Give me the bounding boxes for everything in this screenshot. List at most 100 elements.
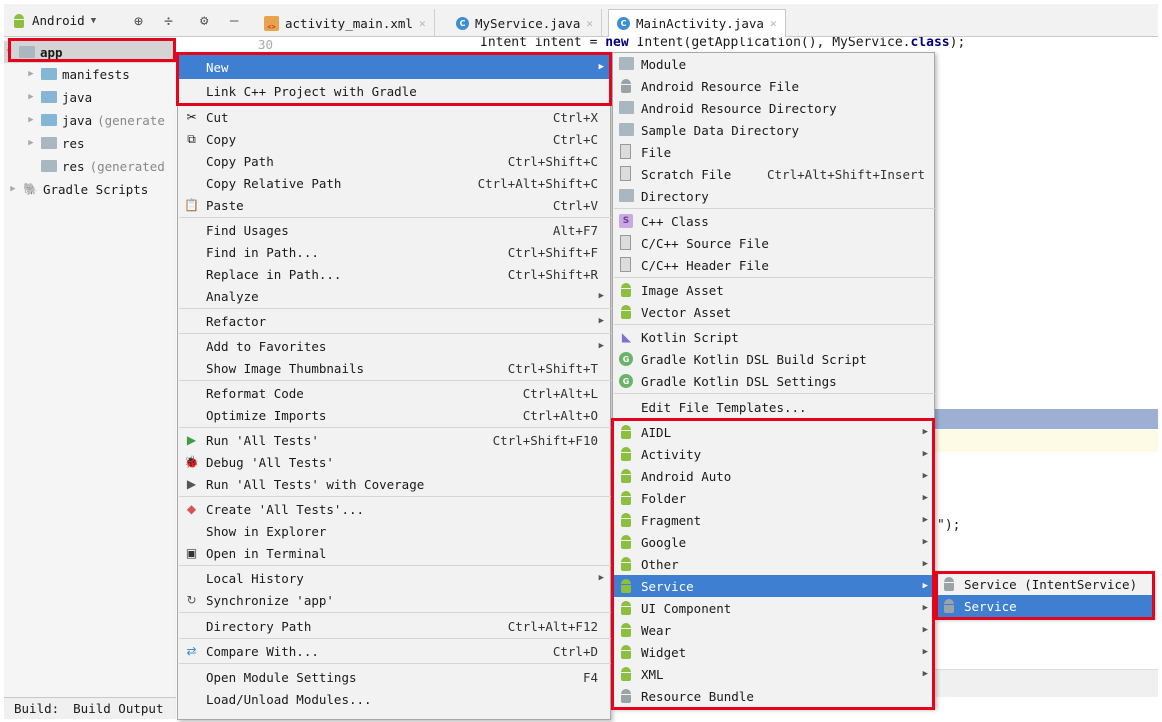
- gear-icon[interactable]: ⚙: [200, 4, 208, 37]
- new-item-kotlin-script[interactable]: ◣ Kotlin Script: [613, 326, 934, 348]
- new-item-resource-bundle[interactable]: Resource Bundle: [613, 685, 934, 707]
- menu-separator: [614, 277, 935, 278]
- new-item-wear[interactable]: Wear ▶: [613, 619, 934, 641]
- new-item-folder[interactable]: Folder ▶: [613, 487, 934, 509]
- tree-item-app[interactable]: ▼ app: [4, 41, 176, 63]
- editor-bottom-strip: [935, 669, 1158, 697]
- menu-item-run-tests[interactable]: ▶ Run 'All Tests' Ctrl+Shift+F10: [178, 429, 610, 451]
- minimize-icon[interactable]: —: [230, 4, 238, 37]
- chevron-right-icon: ▶: [10, 184, 16, 194]
- menu-separator: [179, 612, 611, 613]
- new-item-image-asset[interactable]: Image Asset: [613, 279, 934, 301]
- editor-caret-line: [935, 430, 1158, 452]
- new-item-gradle-kotlin-settings[interactable]: G Gradle Kotlin DSL Settings: [613, 370, 934, 392]
- project-view-selector[interactable]: Android ▼: [12, 4, 96, 37]
- menu-item-find-in-path[interactable]: Find in Path... Ctrl+Shift+F: [178, 241, 610, 263]
- menu-item-add-to-favorites[interactable]: Add to Favorites ▶: [178, 335, 610, 357]
- menu-item-show-image-thumbnails[interactable]: Show Image Thumbnails Ctrl+Shift+T: [178, 357, 610, 379]
- new-item-cpp-header[interactable]: C/C++ Header File: [613, 254, 934, 276]
- menu-item-optimize-imports[interactable]: Optimize Imports Ctrl+Alt+O: [178, 404, 610, 426]
- menu-item-shortcut: Ctrl+Shift+T: [507, 360, 598, 376]
- new-item-edit-file-templates[interactable]: Edit File Templates...: [613, 396, 934, 418]
- tree-item-java[interactable]: ▶ java: [4, 86, 176, 108]
- menu-item-label: Android Resource Directory: [641, 100, 837, 116]
- menu-item-shortcut: Ctrl+Shift+F: [507, 244, 598, 260]
- menu-item-refactor[interactable]: Refactor ▶: [178, 310, 610, 332]
- menu-item-open-terminal[interactable]: ▣ Open in Terminal: [178, 542, 610, 564]
- close-icon[interactable]: ✕: [419, 17, 426, 30]
- menu-item-copy[interactable]: ⧉ Copy Ctrl+C: [178, 128, 610, 150]
- tab-label: activity_main.xml: [285, 15, 413, 31]
- menu-item-find-usages[interactable]: Find Usages Alt+F7: [178, 219, 610, 241]
- menu-item-load-unload-modules[interactable]: Load/Unload Modules...: [178, 688, 610, 710]
- new-item-service[interactable]: Service ▶: [613, 575, 934, 597]
- tree-item-java-generated[interactable]: ▶ java (generate: [4, 109, 176, 131]
- new-item-android-auto[interactable]: Android Auto ▶: [613, 465, 934, 487]
- new-item-file[interactable]: File: [613, 141, 934, 163]
- menu-item-show-in-explorer[interactable]: Show in Explorer: [178, 520, 610, 542]
- gradle-kotlin-icon: G: [619, 352, 633, 366]
- menu-item-new[interactable]: New ▶: [178, 55, 610, 79]
- new-item-gradle-kotlin-build[interactable]: G Gradle Kotlin DSL Build Script: [613, 348, 934, 370]
- menu-item-paste[interactable]: 📋 Paste Ctrl+V: [178, 194, 610, 216]
- new-item-cpp-class[interactable]: S C++ Class: [613, 210, 934, 232]
- menu-item-create-tests[interactable]: ◆ Create 'All Tests'...: [178, 498, 610, 520]
- new-item-vector-asset[interactable]: Vector Asset: [613, 301, 934, 323]
- chevron-right-icon: ▶: [28, 138, 34, 148]
- service-submenu: Service (IntentService) Service: [935, 572, 1153, 618]
- new-item-google[interactable]: Google ▶: [613, 531, 934, 553]
- new-item-scratch-file[interactable]: Scratch File Ctrl+Alt+Shift+Insert: [613, 163, 934, 185]
- menu-item-open-module-settings[interactable]: Open Module Settings F4: [178, 666, 610, 688]
- new-item-fragment[interactable]: Fragment ▶: [613, 509, 934, 531]
- new-item-resource-file[interactable]: Android Resource File: [613, 75, 934, 97]
- new-item-directory[interactable]: Directory: [613, 185, 934, 207]
- menu-item-link-cpp[interactable]: Link C++ Project with Gradle: [178, 80, 610, 102]
- menu-item-run-coverage[interactable]: ▶ Run 'All Tests' with Coverage: [178, 473, 610, 495]
- menu-item-reformat-code[interactable]: Reformat Code Ctrl+Alt+L: [178, 382, 610, 404]
- build-output-tab[interactable]: Build Output: [73, 701, 163, 716]
- new-item-ui-component[interactable]: UI Component ▶: [613, 597, 934, 619]
- close-icon[interactable]: ✕: [586, 17, 593, 30]
- new-item-aidl[interactable]: AIDL ▶: [613, 421, 934, 443]
- new-item-sample-data-directory[interactable]: Sample Data Directory: [613, 119, 934, 141]
- compare-icon: ⇄: [186, 644, 197, 658]
- tree-item-res-generated[interactable]: res (generated: [4, 155, 176, 177]
- android-icon: [619, 447, 633, 461]
- menu-item-replace-in-path[interactable]: Replace in Path... Ctrl+Shift+R: [178, 263, 610, 285]
- collapse-icon[interactable]: ÷: [164, 4, 173, 37]
- menu-item-copy-relative-path[interactable]: Copy Relative Path Ctrl+Alt+Shift+C: [178, 172, 610, 194]
- tree-item-res[interactable]: ▶ res: [4, 132, 176, 154]
- folder-icon: [619, 101, 634, 114]
- new-item-widget[interactable]: Widget ▶: [613, 641, 934, 663]
- menu-item-cut[interactable]: ✂ Cut Ctrl+X: [178, 106, 610, 128]
- debug-icon: 🐞: [184, 455, 199, 469]
- tab-myservice[interactable]: C MyService.java ✕: [448, 9, 602, 37]
- new-item-cpp-source[interactable]: C/C++ Source File: [613, 232, 934, 254]
- submenu-arrow-icon: ▶: [598, 341, 604, 351]
- submenu-arrow-icon: ▶: [598, 62, 604, 72]
- new-item-resource-directory[interactable]: Android Resource Directory: [613, 97, 934, 119]
- tree-item-gradle-scripts[interactable]: ▶ 🐘 Gradle Scripts: [4, 178, 176, 200]
- top-toolbar: Android ▼ ⊕ ÷ ⚙ — <> activity_main.xml ✕…: [4, 4, 1158, 37]
- new-item-module[interactable]: Module: [613, 53, 934, 75]
- menu-item-compare-with[interactable]: ⇄ Compare With... Ctrl+D: [178, 640, 610, 662]
- tab-mainactivity[interactable]: C MainActivity.java ✕: [608, 9, 786, 37]
- new-item-activity[interactable]: Activity ▶: [613, 443, 934, 465]
- menu-item-directory-path[interactable]: Directory Path Ctrl+Alt+F12: [178, 615, 610, 637]
- menu-item-label: Fragment: [641, 512, 702, 528]
- target-icon[interactable]: ⊕: [134, 4, 143, 37]
- tab-activity-main[interactable]: <> activity_main.xml ✕: [256, 9, 435, 37]
- menu-item-debug-tests[interactable]: 🐞 Debug 'All Tests': [178, 451, 610, 473]
- close-icon[interactable]: ✕: [770, 17, 777, 30]
- service-item-intentservice[interactable]: Service (IntentService): [936, 573, 1152, 595]
- menu-item-label: UI Component: [641, 600, 732, 616]
- tree-item-manifests[interactable]: ▶ manifests: [4, 63, 176, 85]
- menu-item-synchronize[interactable]: ↻ Synchronize 'app': [178, 589, 610, 611]
- menu-item-local-history[interactable]: Local History ▶: [178, 567, 610, 589]
- menu-item-analyze[interactable]: Analyze ▶: [178, 285, 610, 307]
- new-item-other[interactable]: Other ▶: [613, 553, 934, 575]
- menu-item-copy-path[interactable]: Copy Path Ctrl+Shift+C: [178, 150, 610, 172]
- new-item-xml[interactable]: XML ▶: [613, 663, 934, 685]
- service-item-service[interactable]: Service: [936, 595, 1152, 617]
- coverage-icon: ▶: [186, 477, 197, 491]
